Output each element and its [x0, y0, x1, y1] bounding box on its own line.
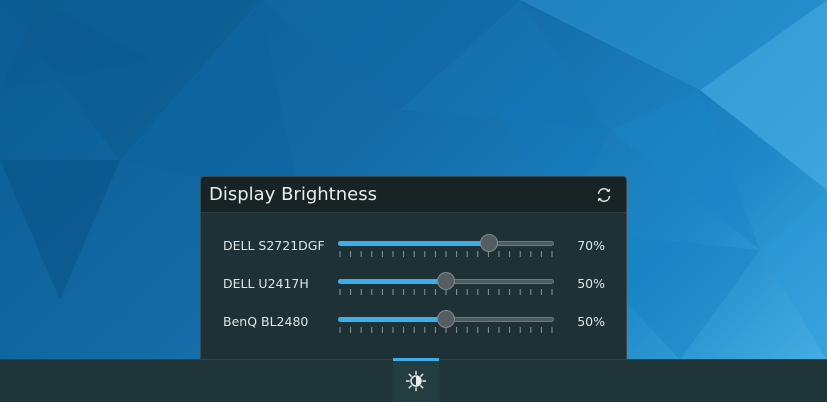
- brightness-slider[interactable]: [338, 270, 554, 300]
- brightness-value: 50%: [577, 314, 605, 329]
- slider-handle[interactable]: [437, 310, 455, 328]
- slider-ticks: [339, 327, 553, 333]
- slider-handle[interactable]: [480, 234, 499, 252]
- brightness-value: 70%: [577, 238, 605, 253]
- taskbar: [0, 359, 827, 402]
- monitor-name: DELL S2721DGF: [223, 238, 325, 253]
- monitor-row: DELL S2721DGF 70%: [201, 232, 626, 262]
- slider-fill: [338, 279, 446, 284]
- brightness-slider[interactable]: [338, 308, 554, 338]
- slider-ticks: [339, 251, 553, 257]
- brightness-slider[interactable]: [338, 232, 554, 262]
- brightness-value: 50%: [577, 276, 605, 291]
- refresh-icon: [597, 187, 611, 202]
- slider-fill: [338, 317, 446, 322]
- monitor-row: BenQ BL2480 50%: [201, 308, 626, 338]
- popup-title: Display Brightness: [209, 184, 377, 205]
- slider-fill: [338, 241, 490, 246]
- monitor-row: DELL U2417H 50%: [201, 270, 626, 300]
- monitor-name: DELL U2417H: [223, 276, 309, 291]
- monitor-name: BenQ BL2480: [223, 314, 309, 329]
- refresh-button[interactable]: [592, 183, 616, 207]
- slider-handle[interactable]: [437, 272, 455, 290]
- slider-ticks: [339, 289, 553, 295]
- brightness-icon: [405, 370, 427, 392]
- active-indicator: [393, 358, 439, 361]
- brightness-tray-button[interactable]: [393, 360, 439, 402]
- popup-header: Display Brightness: [201, 177, 626, 213]
- brightness-popup: Display Brightness DELL S2721DGF 70% DEL…: [200, 176, 627, 360]
